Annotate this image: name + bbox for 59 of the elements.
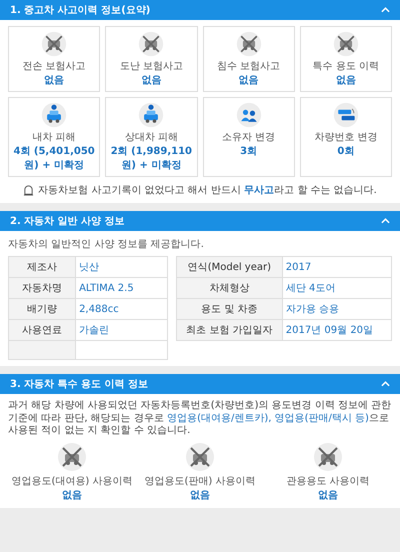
crossed-out-icon [185,442,215,472]
card-value: 없음 [190,488,210,502]
section-header[interactable]: 2. 자동차 일반 사양 정보 [0,211,400,231]
card-label: 영업용도(판매) 사용이력 [144,474,256,488]
card-label: 상대차 피해 [124,131,178,144]
table-header-cell: 차체형상 [176,278,282,298]
card-label: 소유자 변경 [222,131,276,144]
crossed-out-icon [41,31,68,57]
card-label: 내차 피해 [32,131,76,144]
card-value: 없음 [62,488,82,502]
license-plate-icon [332,102,359,128]
card-label: 전손 보험사고 [22,60,86,73]
chevron-icon [381,218,390,224]
table-cell: 가솔린 [76,320,168,340]
crossed-out-icon [57,442,87,472]
card-value: 없음 [318,488,338,502]
crossed-out-icon [332,31,359,57]
table-cell: 자가용 승용 [282,298,392,320]
card-label: 도난 보험사고 [120,60,183,73]
table-cell: 2017년 09월 20일 [282,320,392,340]
crossed-out-icon [313,442,343,472]
card-value: 4회 (5,401,050 원) + 미확정 [12,145,96,172]
description-text: 과거 해당 차량에 사용되었던 자동차등록번호(차량번호)의 용도변경 이력 정보에 관한 기준에 따라 판단, 해당되는 경우로 영업용(대여용/렌트카), 영업용(판매/택시 등)으로 사용된 적이 없는 지 확인할 수 있습니다. [8,400,392,438]
table-cell: ALTIMA 2.5 [76,278,168,298]
section-title: 3. 자동차 특수 용도 이력 정보 [10,378,148,391]
card-value: 없음 [238,74,259,87]
table-header-cell: 제조사 [8,256,76,278]
people-icon [236,102,262,128]
chevron-icon [381,7,390,13]
crossed-out-icon [138,31,164,57]
section-note: 자동차의 일반적인 사양 정보를 제공합니다. [8,238,205,251]
section-header[interactable]: 3. 자동차 특수 용도 이력 정보 [0,374,400,394]
crossed-out-icon [236,31,262,57]
table-cell: 세단 4도어 [282,278,392,298]
card-value: 없음 [44,74,64,87]
table-header-cell: 배기량 [8,298,76,320]
table-header-cell: 자동차명 [8,278,76,298]
table-cell: 2017 [282,256,392,278]
table-header-cell: 용도 및 차종 [176,298,282,320]
card-label: 관용용도 사용이력 [286,474,370,488]
card-label: 침수 보험사고 [217,60,280,73]
table-header-cell: 사용연료 [8,320,76,340]
section-header[interactable]: 1. 중고차 사고이력 정보(요약) [0,0,400,20]
section-title: 2. 자동차 일반 사양 정보 [10,215,125,228]
table-cell: 닛산 [76,256,168,278]
table-header-cell: 최초 보험 가입일자 [176,320,282,340]
card-value: 없음 [141,74,162,87]
card-label: 차량번호 변경 [314,131,378,144]
table-header-cell: 연식(Model year) [176,256,282,278]
table-cell: 2,488cc [76,298,168,320]
section-title: 1. 중고차 사고이력 정보(요약) [10,4,150,17]
chevron-icon [381,381,390,387]
card-label: 영업용도(대여용) 사용이력 [12,474,132,488]
card-label: 특수 용도 이력 [312,60,380,73]
card-value: 2회 (1,989,110 원) + 미확정 [110,145,194,172]
card-value: 3회 [240,145,258,158]
card-value: 없음 [336,74,356,87]
notice-text: 자동차보험 사고기록이 없었다고 해서 반드시 무사고라고 할 수는 없습니다. [38,184,377,197]
card-value: 0회 [337,145,354,158]
